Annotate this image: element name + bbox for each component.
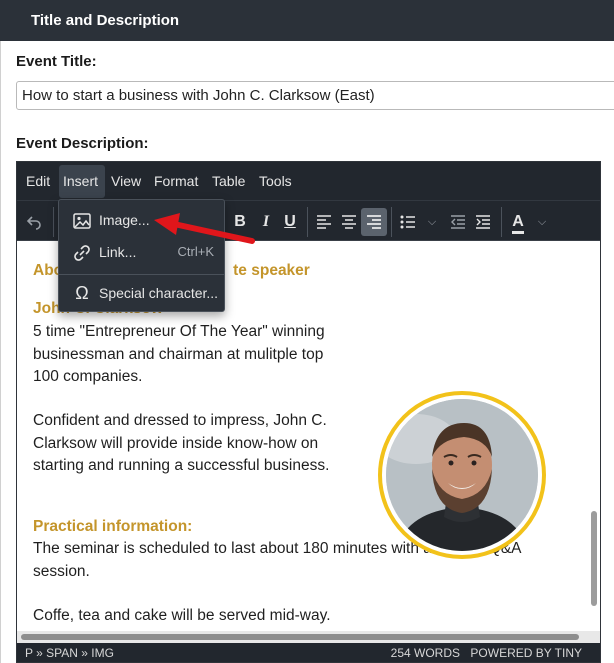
menu-item-image[interactable]: Image... <box>63 205 220 235</box>
image-icon <box>71 205 93 235</box>
italic-icon[interactable]: I <box>253 208 279 236</box>
panel-header: Title and Description <box>0 0 614 41</box>
speaker-photo[interactable] <box>378 391 546 559</box>
practical-info-heading: Practical information: <box>33 518 193 535</box>
menu-item-link[interactable]: Link... Ctrl+K <box>63 237 220 267</box>
word-count[interactable]: 254 WORDS <box>391 643 460 662</box>
vertical-scrollbar[interactable] <box>591 511 597 606</box>
menu-tools[interactable]: Tools <box>255 165 296 198</box>
menu-format[interactable]: Format <box>150 165 202 198</box>
align-left-icon[interactable] <box>311 208 337 236</box>
menu-item-shortcut: Ctrl+K <box>177 244 214 259</box>
horizontal-scrollbar-track <box>17 631 600 643</box>
menu-insert[interactable]: Insert <box>59 165 105 198</box>
bullet-list-icon[interactable] <box>395 208 421 236</box>
menu-item-label: Link... <box>99 244 137 260</box>
menu-item-label: Special character... <box>99 285 219 301</box>
insert-menu-dropdown: Image... Link... Ctrl+K Ω Special charac… <box>58 199 225 312</box>
editor-menubar: Edit Insert View Format Table Tools <box>17 162 600 200</box>
element-path[interactable]: P » SPAN » IMG <box>25 643 114 662</box>
event-description-label: Event Description: <box>16 135 149 152</box>
menu-table[interactable]: Table <box>208 165 249 198</box>
link-icon <box>71 237 93 267</box>
menu-view[interactable]: View <box>107 165 145 198</box>
indent-icon[interactable] <box>470 208 496 236</box>
toolbar-separator <box>391 207 392 237</box>
bold-icon[interactable]: B <box>227 208 253 236</box>
powered-by-link[interactable]: POWERED BY TINY <box>470 643 582 662</box>
toolbar-separator <box>53 207 54 237</box>
panel-title: Title and Description <box>31 12 180 29</box>
align-center-icon[interactable] <box>336 208 362 236</box>
text-color-icon[interactable]: A <box>505 208 531 236</box>
align-right-icon[interactable] <box>361 208 387 236</box>
event-title-label: Event Title: <box>16 53 97 70</box>
paragraph: Confident and dressed to impress, John C… <box>33 412 330 474</box>
outdent-icon[interactable] <box>445 208 471 236</box>
omega-icon: Ω <box>75 283 89 303</box>
menu-item-label: Image... <box>99 212 150 228</box>
chevron-down-icon[interactable]: ⌵ <box>529 208 555 236</box>
paragraph: Coffe, tea and cake will be served mid-w… <box>33 607 331 624</box>
menu-separator <box>59 274 224 275</box>
event-title-input[interactable]: How to start a business with John C. Cla… <box>16 81 614 110</box>
undo-icon[interactable] <box>21 208 47 236</box>
paragraph: 5 time "Entrepreneur Of The Year" winnin… <box>33 323 325 385</box>
menu-item-special-character[interactable]: Ω Special character... <box>63 278 220 308</box>
horizontal-scrollbar[interactable] <box>21 634 579 640</box>
editor-statusbar: P » SPAN » IMG 254 WORDS POWERED BY TINY <box>17 643 600 662</box>
menu-edit[interactable]: Edit <box>22 165 54 198</box>
underline-icon[interactable]: U <box>277 208 303 236</box>
toolbar-separator <box>501 207 502 237</box>
toolbar-separator <box>307 207 308 237</box>
chevron-down-icon[interactable]: ⌵ <box>419 208 445 236</box>
speaker-portrait-image <box>386 399 538 551</box>
